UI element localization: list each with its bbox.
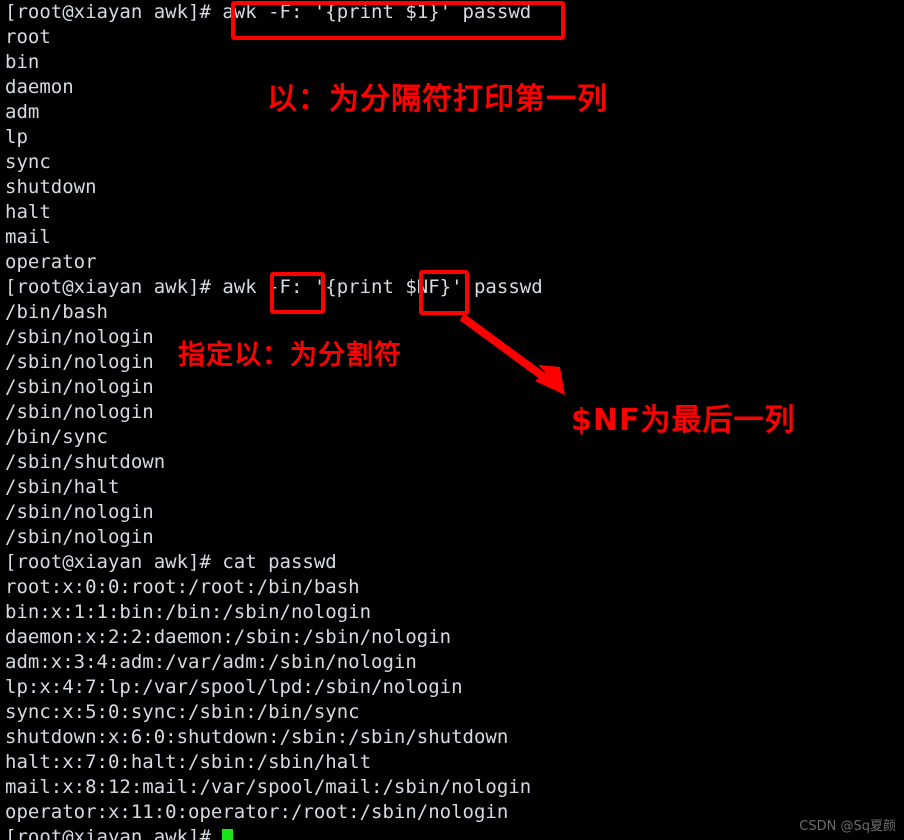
terminal-output-line: sync	[5, 151, 51, 173]
terminal-output-line: operator	[5, 251, 97, 273]
annotation-text-specify-separator: 指定以：为分割符	[178, 340, 402, 371]
terminal-output-line: /sbin/halt	[5, 476, 120, 498]
terminal-active-prompt-line[interactable]: [root@xiayan awk]#	[5, 825, 904, 840]
terminal-output-line: halt:x:7:0:halt:/sbin:/sbin/halt	[5, 751, 372, 773]
terminal-command-line: [root@xiayan awk]# cat passwd	[5, 551, 337, 573]
terminal-output-line: root	[5, 26, 51, 48]
annotation-text-nf-last-column: $NF为最后一列	[571, 403, 796, 438]
terminal-output-line: shutdown	[5, 176, 97, 198]
csdn-watermark: CSDN @Sq夏颜	[799, 819, 896, 834]
terminal-output-line: daemon:x:2:2:daemon:/sbin:/sbin/nologin	[5, 626, 452, 648]
terminal-output-line: shutdown:x:6:0:shutdown:/sbin:/sbin/shut…	[5, 726, 509, 748]
terminal-output-line: /sbin/shutdown	[5, 451, 166, 473]
terminal-prompt-label: [root@xiayan awk]#	[5, 826, 223, 840]
terminal-output-line: operator:x:11:0:operator:/root:/sbin/nol…	[5, 801, 509, 823]
terminal-output-line: lp:x:4:7:lp:/var/spool/lpd:/sbin/nologin	[5, 676, 463, 698]
terminal-output-line: bin	[5, 51, 40, 73]
terminal-cursor	[222, 829, 234, 840]
terminal-output-line: mail	[5, 226, 51, 248]
terminal-output-line: halt	[5, 201, 51, 223]
terminal-output-line: /sbin/nologin	[5, 501, 154, 523]
terminal-output-line: mail:x:8:12:mail:/var/spool/mail:/sbin/n…	[5, 776, 532, 798]
terminal-output-line: lp	[5, 126, 28, 148]
terminal-output-line: /sbin/nologin	[5, 526, 154, 548]
terminal-output-line: root:x:0:0:root:/root:/bin/bash	[5, 576, 360, 598]
terminal-output-line: bin:x:1:1:bin:/bin:/sbin/nologin	[5, 601, 372, 623]
terminal-command-line: [root@xiayan awk]# awk -F: '{print $1}' …	[5, 1, 532, 23]
annotation-arrow-icon	[459, 313, 565, 395]
terminal-output-line: sync:x:5:0:sync:/sbin:/bin/sync	[5, 701, 360, 723]
terminal-output-line: adm:x:3:4:adm:/var/adm:/sbin/nologin	[5, 651, 417, 673]
annotation-text-field-separator-first-column: 以：为分隔符打印第一列	[267, 82, 608, 117]
terminal-screen: [root@xiayan awk]# awk -F: '{print $1}' …	[0, 0, 904, 840]
